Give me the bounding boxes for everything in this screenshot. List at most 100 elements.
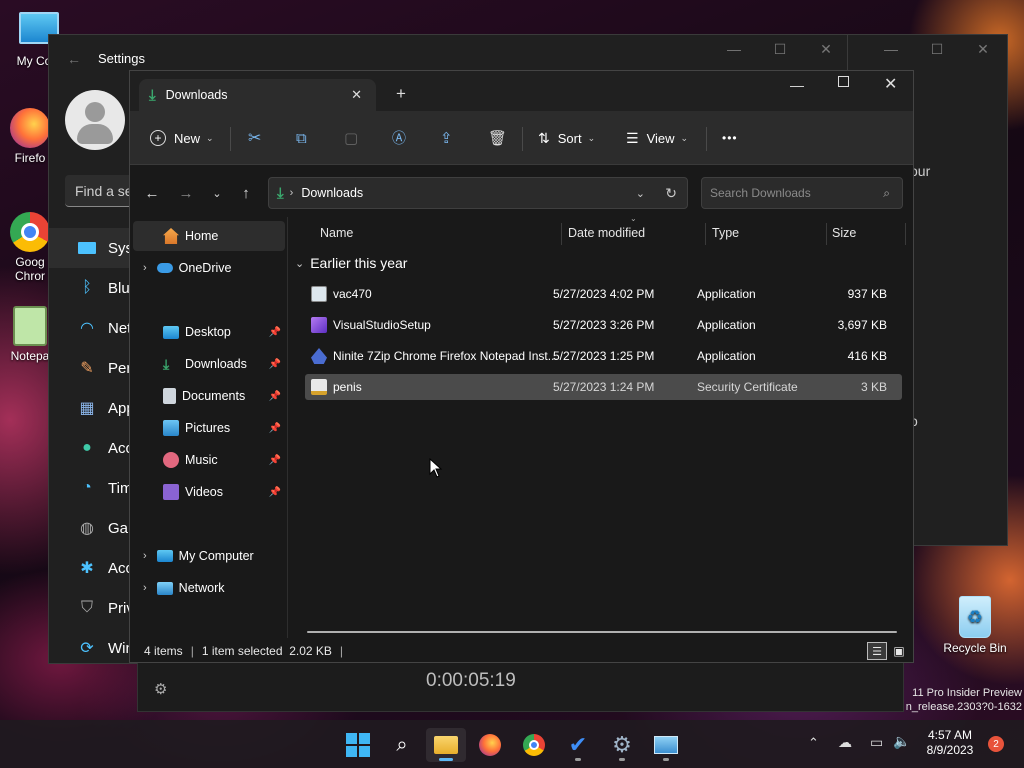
share-icon[interactable]: ⇪ — [440, 124, 453, 152]
nav-item-network[interactable]: › Network — [133, 573, 285, 603]
tray-overflow-chevron-icon[interactable]: ⌃ — [808, 735, 819, 751]
horizontal-scrollbar[interactable] — [307, 631, 897, 633]
taskbar-photos[interactable] — [646, 728, 686, 762]
tab-downloads[interactable]: ⤓ Downloads ✕ — [139, 79, 376, 111]
column-divider[interactable] — [705, 223, 706, 245]
status-bar: 4 items | 1 item selected 2.02 KB | ☰ ▣ — [130, 638, 913, 664]
pin-icon[interactable]: 📌 — [269, 327, 281, 338]
details-view-icon[interactable]: ☰ — [867, 642, 887, 660]
up-arrow-icon[interactable]: ↑ — [236, 183, 256, 203]
file-date: 5/27/2023 3:26 PM — [553, 318, 655, 332]
settings-gear-icon[interactable]: ⚙ — [154, 680, 167, 698]
address-bar[interactable]: ⤓ › Downloads ⌄ ↻ — [268, 177, 688, 209]
back-arrow-icon[interactable]: ← — [142, 183, 162, 203]
group-header[interactable]: ⌄ Earlier this year — [295, 255, 407, 271]
column-header-type[interactable]: Type — [712, 217, 739, 249]
pin-icon[interactable]: 📌 — [269, 423, 281, 434]
pin-icon[interactable]: 📌 — [269, 359, 281, 370]
delete-icon[interactable]: 🗑 — [488, 124, 507, 152]
settings-nav-bluetooth[interactable]: ᛒ Blue — [49, 268, 139, 308]
column-header-size[interactable]: Size — [832, 217, 856, 249]
column-divider[interactable] — [561, 223, 562, 245]
minimize-button[interactable]: — — [711, 35, 757, 63]
settings-nav-windows-update[interactable]: ⟳ Win — [49, 628, 139, 668]
nav-item-videos[interactable]: Videos 📌 — [133, 477, 285, 507]
settings-nav-accounts[interactable]: ● Acc — [49, 428, 139, 468]
pin-icon[interactable]: 📌 — [269, 455, 281, 466]
breadcrumb[interactable]: Downloads — [301, 186, 363, 200]
minimize-button[interactable]: — — [868, 35, 914, 63]
rename-icon[interactable]: Ⓐ — [392, 124, 406, 152]
chevron-right-icon[interactable]: › — [143, 550, 147, 562]
file-row[interactable]: vac470 5/27/2023 4:02 PM Application 937… — [305, 281, 902, 307]
clock-date: 8/9/2023 — [926, 743, 974, 757]
settings-nav-system[interactable]: Syst — [49, 228, 139, 268]
file-row-selected[interactable]: penis 5/27/2023 1:24 PM Security Certifi… — [305, 374, 902, 400]
search-input[interactable]: Search Downloads ⌕ — [701, 177, 903, 209]
close-button[interactable]: ✕ — [960, 35, 1006, 63]
volume-icon[interactable]: 🔈 — [893, 733, 910, 750]
taskbar-chrome[interactable] — [514, 728, 554, 762]
chevron-right-icon[interactable]: › — [143, 262, 147, 274]
view-button[interactable]: ☰ View ⌄ — [626, 124, 688, 152]
new-tab-button[interactable]: + — [396, 84, 406, 104]
nav-item-downloads[interactable]: ⤓ Downloads 📌 — [133, 349, 285, 379]
settings-nav-privacy[interactable]: ⛉ Priv — [49, 588, 139, 628]
settings-nav-network[interactable]: ◠ Net — [49, 308, 139, 348]
onedrive-offline-icon[interactable]: ☁ — [838, 734, 852, 751]
settings-nav-personalization[interactable]: ✎ Pers — [49, 348, 139, 388]
chevron-right-icon[interactable]: › — [143, 582, 147, 594]
column-header-name[interactable]: Name — [320, 217, 353, 249]
close-button[interactable]: ✕ — [884, 74, 897, 94]
nav-item-my-computer[interactable]: › My Computer — [133, 541, 285, 571]
taskbar-file-explorer[interactable] — [426, 728, 466, 762]
nav-item-music[interactable]: Music 📌 — [133, 445, 285, 475]
nav-item-desktop[interactable]: Desktop 📌 — [133, 317, 285, 347]
tiles-view-icon[interactable]: ▣ — [890, 642, 908, 660]
desktop-icon-recycle-bin[interactable]: ♻ Recycle Bin — [938, 596, 1012, 655]
notification-badge[interactable]: 2 — [988, 736, 1004, 752]
nav-item-home[interactable]: Home — [133, 221, 285, 251]
maximize-button[interactable] — [838, 76, 849, 87]
more-options-button[interactable]: ••• — [722, 124, 738, 152]
settings-nav-apps[interactable]: ▦ App — [49, 388, 139, 428]
taskbar-firefox[interactable] — [470, 728, 510, 762]
nav-item-documents[interactable]: Documents 📌 — [133, 381, 285, 411]
copy-icon[interactable]: ⧉ — [296, 124, 307, 152]
watermark-line: 11 Pro Insider Preview — [912, 687, 1022, 699]
start-button[interactable] — [338, 728, 378, 762]
file-size: 937 KB — [847, 287, 887, 301]
settings-nav-accessibility[interactable]: ✱ Acc — [49, 548, 139, 588]
pin-icon[interactable]: 📌 — [269, 487, 281, 498]
new-button[interactable]: + New ⌄ — [150, 124, 214, 152]
sort-button[interactable]: ⇅ Sort ⌄ — [538, 124, 595, 152]
nav-label: Documents — [182, 389, 246, 403]
network-icon[interactable]: ▭ — [870, 734, 883, 751]
recent-locations-chevron-icon[interactable]: ⌄ — [207, 183, 227, 203]
paste-icon[interactable]: ▢ — [344, 124, 358, 152]
settings-nav-gaming[interactable]: ◍ Gan — [49, 508, 139, 548]
refresh-icon[interactable]: ↻ — [665, 185, 677, 202]
back-arrow-icon[interactable]: ← — [67, 51, 81, 67]
forward-arrow-icon[interactable]: → — [176, 183, 196, 203]
minimize-button[interactable]: — — [790, 77, 804, 93]
settings-nav-time[interactable]: ◔ Tim — [49, 468, 139, 508]
clock[interactable]: 4:57 AM 8/9/2023 — [920, 728, 980, 758]
taskbar: ⌕ ✔ ⚙ ⌃ ☁ ▭ 🔈 4:57 AM 8/9/2023 2 — [0, 720, 1024, 768]
taskbar-todo[interactable]: ✔ — [558, 728, 598, 762]
nav-item-onedrive[interactable]: › OneDrive — [133, 253, 285, 283]
file-row[interactable]: VisualStudioSetup 5/27/2023 3:26 PM Appl… — [305, 312, 902, 338]
file-row[interactable]: Ninite 7Zip Chrome Firefox Notepad Inst.… — [305, 343, 902, 369]
close-button[interactable]: ✕ — [803, 35, 849, 63]
column-divider[interactable] — [905, 223, 906, 245]
cut-icon[interactable]: ✂ — [248, 124, 261, 152]
close-tab-icon[interactable]: ✕ — [351, 87, 362, 103]
maximize-button[interactable]: ☐ — [914, 35, 960, 63]
search-icon[interactable]: ⌕ — [382, 728, 422, 762]
taskbar-settings[interactable]: ⚙ — [602, 728, 642, 762]
chevron-down-icon[interactable]: ⌄ — [636, 187, 645, 200]
column-divider[interactable] — [826, 223, 827, 245]
pin-icon[interactable]: 📌 — [269, 391, 281, 402]
nav-item-pictures[interactable]: Pictures 📌 — [133, 413, 285, 443]
maximize-button[interactable]: ☐ — [757, 35, 803, 63]
